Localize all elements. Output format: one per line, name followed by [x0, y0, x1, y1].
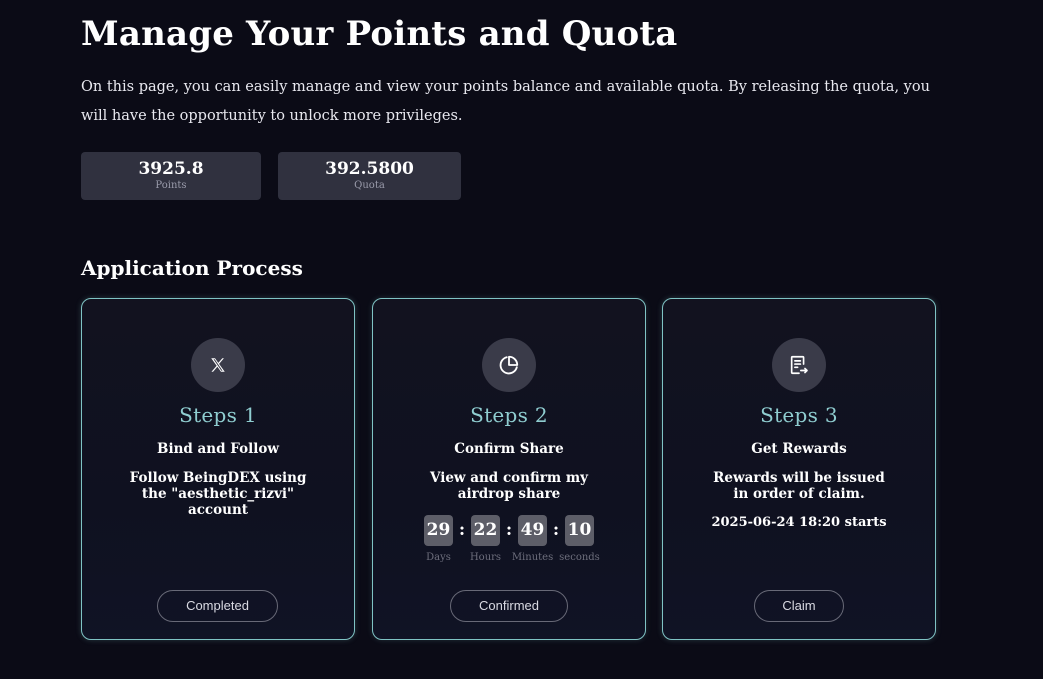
step-title: Bind and Follow	[157, 441, 279, 457]
countdown-hours-label: Hours	[469, 552, 502, 563]
intro-text: On this page, you can easily manage and …	[81, 79, 930, 124]
claim-start-time: 2025-06-24 18:20 starts	[711, 515, 887, 530]
step-title: Confirm Share	[454, 441, 564, 457]
step-number: Steps 3	[760, 403, 838, 427]
section-title: Application Process	[81, 256, 303, 280]
countdown-minutes-value: 49	[518, 515, 547, 546]
page: Manage Your Points and Quota On this pag…	[0, 0, 1043, 679]
countdown-days: 29 Days	[419, 515, 459, 563]
countdown-days-label: Days	[426, 552, 451, 563]
step-card-2: Steps 2 Confirm Share View and confirm m…	[372, 298, 646, 640]
step-description: View and confirm my airdrop share	[429, 470, 589, 502]
points-stat: 3925.8 Points	[81, 152, 261, 200]
quota-stat: 392.5800 Quota	[278, 152, 461, 200]
document-export-icon	[772, 338, 826, 392]
points-value: 3925.8	[138, 159, 204, 179]
countdown-seconds-value: 10	[565, 515, 594, 546]
countdown-separator: :	[552, 520, 560, 540]
countdown-timer: 29 Days : 22 Hours : 49 Minutes : 10 sec…	[373, 515, 645, 563]
claim-button[interactable]: Claim	[754, 590, 844, 622]
step-title: Get Rewards	[751, 441, 847, 457]
quota-value: 392.5800	[325, 159, 414, 179]
step-description: Rewards will be issued in order of claim…	[713, 470, 885, 502]
countdown-hours-value: 22	[471, 515, 500, 546]
countdown-seconds-label: seconds	[559, 552, 600, 563]
confirmed-button[interactable]: Confirmed	[450, 590, 568, 622]
step-number: Steps 1	[179, 403, 257, 427]
quota-label: Quota	[354, 180, 385, 191]
countdown-days-value: 29	[424, 515, 453, 546]
countdown-separator: :	[505, 520, 513, 540]
x-logo-icon	[191, 338, 245, 392]
step-card-1: Steps 1 Bind and Follow Follow BeingDEX …	[81, 298, 355, 640]
countdown-minutes-label: Minutes	[511, 552, 554, 563]
completed-button[interactable]: Completed	[157, 590, 278, 622]
countdown-hours: 22 Hours	[466, 515, 506, 563]
pie-chart-icon	[482, 338, 536, 392]
points-label: Points	[155, 180, 187, 191]
step-number: Steps 2	[470, 403, 548, 427]
step-description: Follow BeingDEX using the "aesthetic_riz…	[129, 470, 307, 518]
countdown-minutes: 49 Minutes	[511, 515, 554, 563]
countdown-separator: :	[458, 520, 466, 540]
page-title: Manage Your Points and Quota	[81, 14, 678, 54]
step-card-3: Steps 3 Get Rewards Rewards will be issu…	[662, 298, 936, 640]
countdown-seconds: 10 seconds	[559, 515, 600, 563]
